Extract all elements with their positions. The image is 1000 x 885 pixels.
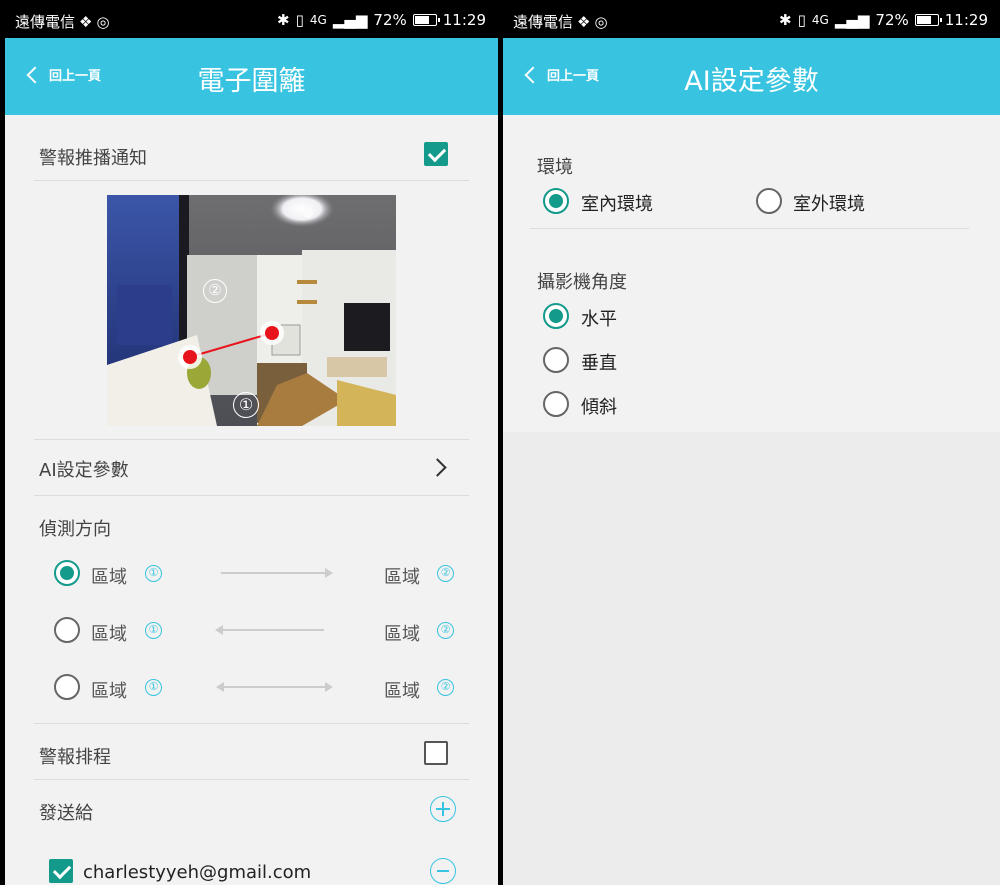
app-bar: 回上一頁 電子圍籬 [5, 38, 498, 115]
direction-radio[interactable] [54, 617, 80, 643]
add-recipient-button[interactable] [430, 796, 456, 822]
battery-percent: 72% [875, 11, 909, 29]
zone-to-label: 區域 [384, 681, 420, 702]
divider [34, 779, 469, 780]
zone-from-label: 區域 [91, 624, 127, 645]
empty-area [503, 432, 1000, 885]
send-to-label: 發送給 [39, 803, 93, 824]
direction-section-title: 偵測方向 [39, 519, 111, 540]
environment-section-title: 環境 [537, 157, 573, 178]
clock: 11:29 [442, 11, 486, 29]
battery-icon [914, 14, 942, 26]
instagram-icon: ◎ [594, 12, 608, 31]
zone-2-badge: ② [437, 565, 454, 582]
env-option-indoor[interactable]: 室內環境 [543, 185, 723, 219]
zone-1-badge: ① [145, 622, 162, 639]
divider [34, 495, 469, 496]
angle-option-horizontal[interactable]: 水平 [543, 300, 743, 334]
schedule-label: 警報排程 [39, 747, 111, 768]
zone-to-label: 區域 [384, 624, 420, 645]
environment-radio[interactable] [543, 188, 569, 214]
signal-icon: ▂▄▆ [834, 11, 870, 29]
dropbox-icon: ❖ [577, 12, 591, 31]
zone-from-label: 區域 [91, 567, 127, 588]
clock: 11:29 [944, 11, 988, 29]
battery-percent: 72% [373, 11, 407, 29]
vibrate-icon: ▯ [797, 11, 806, 29]
fence-line[interactable] [107, 195, 396, 426]
environment-option-label: 室內環境 [581, 194, 653, 215]
remove-recipient-button[interactable] [430, 858, 456, 884]
angle-option-label: 傾斜 [581, 397, 617, 418]
instagram-icon: ◎ [96, 12, 110, 31]
angle-option-tilted[interactable]: 傾斜 [543, 388, 743, 422]
signal-icon: ▂▄▆ [332, 11, 368, 29]
zone-from-label: 區域 [91, 681, 127, 702]
ai-settings-content: 環境 室內環境 室外環境 攝影機角度 水平 垂直 傾斜 [503, 115, 1000, 885]
bluetooth-icon: ✱ [779, 11, 792, 29]
env-option-outdoor[interactable]: 室外環境 [756, 185, 936, 219]
network-type: 4G [309, 13, 327, 27]
status-bar: 遠傳電信 ❖ ◎ ✱ ▯ 4G ▂▄▆ 72% 11:29 [503, 0, 1000, 38]
arrow-left-icon [215, 625, 324, 635]
angle-option-label: 垂直 [581, 353, 617, 374]
environment-option-label: 室外環境 [793, 194, 865, 215]
zone-1-badge: ① [145, 565, 162, 582]
direction-option-both[interactable]: 區域 ① 區域 ② [5, 669, 498, 709]
chevron-right-icon [428, 458, 447, 477]
ai-settings-screen: 遠傳電信 ❖ ◎ ✱ ▯ 4G ▂▄▆ 72% 11:29 回上一頁 AI設定參… [503, 0, 1000, 885]
dropbox-icon: ❖ [79, 12, 93, 31]
recipient-checkbox[interactable] [49, 859, 73, 883]
divider [530, 228, 969, 229]
alert-push-checkbox[interactable] [424, 142, 448, 166]
angle-radio[interactable] [543, 391, 569, 417]
ai-settings-row[interactable]: AI設定參數 [34, 440, 469, 495]
bluetooth-icon: ✱ [277, 11, 290, 29]
vibrate-icon: ▯ [295, 11, 304, 29]
angle-radio[interactable] [543, 347, 569, 373]
direction-option-reverse[interactable]: 區域 ① 區域 ② [5, 612, 498, 652]
geofence-screen: 遠傳電信 ❖ ◎ ✱ ▯ 4G ▂▄▆ 72% 11:29 回上一頁 電子圍籬 … [5, 0, 498, 885]
carrier-name: 遠傳電信 [15, 13, 76, 31]
divider [34, 723, 469, 724]
camera-preview[interactable]: ② ① [107, 195, 396, 426]
direction-radio[interactable] [54, 560, 80, 586]
carrier-name: 遠傳電信 [513, 13, 574, 31]
app-bar: 回上一頁 AI設定參數 [503, 38, 1000, 115]
angle-option-label: 水平 [581, 309, 617, 330]
direction-radio[interactable] [54, 674, 80, 700]
zone-to-label: 區域 [384, 567, 420, 588]
alert-push-label: 警報推播通知 [39, 148, 147, 169]
angle-section-title: 攝影機角度 [537, 272, 627, 293]
ai-settings-label: AI設定參數 [39, 460, 129, 481]
page-title: AI設定參數 [684, 66, 819, 97]
page-title: 電子圍籬 [197, 66, 306, 97]
environment-radio[interactable] [756, 188, 782, 214]
geofence-content: 警報推播通知 ② ① AI設定參數 偵測方向 區域 ① 區域 ② 區域 ① 區域… [5, 115, 498, 885]
recipient-email: charlestyyeh@gmail.com [83, 862, 312, 883]
status-bar: 遠傳電信 ❖ ◎ ✱ ▯ 4G ▂▄▆ 72% 11:29 [5, 0, 498, 38]
angle-radio[interactable] [543, 303, 569, 329]
divider [34, 180, 469, 181]
battery-icon [412, 14, 440, 26]
direction-option-forward[interactable]: 區域 ① 區域 ② [5, 555, 498, 595]
zone-1-badge: ① [145, 679, 162, 696]
network-type: 4G [811, 13, 829, 27]
zone-2-badge: ② [437, 622, 454, 639]
schedule-checkbox[interactable] [424, 741, 448, 765]
arrow-right-icon [221, 568, 333, 578]
zone-2-badge: ② [437, 679, 454, 696]
angle-option-vertical[interactable]: 垂直 [543, 344, 743, 378]
arrow-both-icon [216, 682, 333, 692]
